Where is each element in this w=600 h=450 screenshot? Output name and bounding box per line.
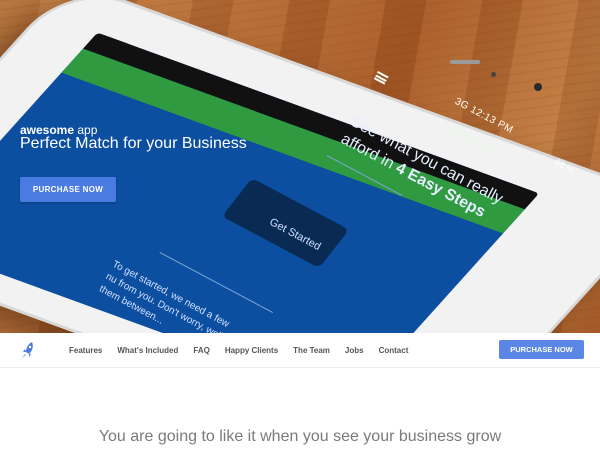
hamburger-menu-icon: [373, 71, 389, 85]
hero-tagline: Perfect Match for your Business: [20, 135, 247, 152]
intro-heading: You are going to like it when you see yo…: [98, 428, 502, 445]
nav-purchase-button[interactable]: PURCHASE NOW: [499, 340, 584, 359]
rocket-logo-icon[interactable]: [20, 341, 36, 359]
nav-link-features[interactable]: Features: [69, 346, 102, 355]
phone-camera: [534, 83, 542, 91]
nav-link-faq[interactable]: FAQ: [193, 346, 209, 355]
nav-link-happy-clients[interactable]: Happy Clients: [225, 346, 278, 355]
nav-link-whats-included[interactable]: What's Included: [117, 346, 178, 355]
phone-mockup: [0, 0, 600, 333]
nav-link-contact[interactable]: Contact: [379, 346, 409, 355]
nav-link-the-team[interactable]: The Team: [293, 346, 330, 355]
phone-speaker: [450, 60, 480, 64]
hero-purchase-button[interactable]: PURCHASE NOW: [20, 177, 116, 202]
nav-links: Features What's Included FAQ Happy Clien…: [69, 333, 423, 367]
nav-link-jobs[interactable]: Jobs: [345, 346, 364, 355]
phone-sensor: [491, 72, 496, 77]
hero-section: 3G 12:13 PM Affordability 88 % See what …: [0, 0, 600, 333]
